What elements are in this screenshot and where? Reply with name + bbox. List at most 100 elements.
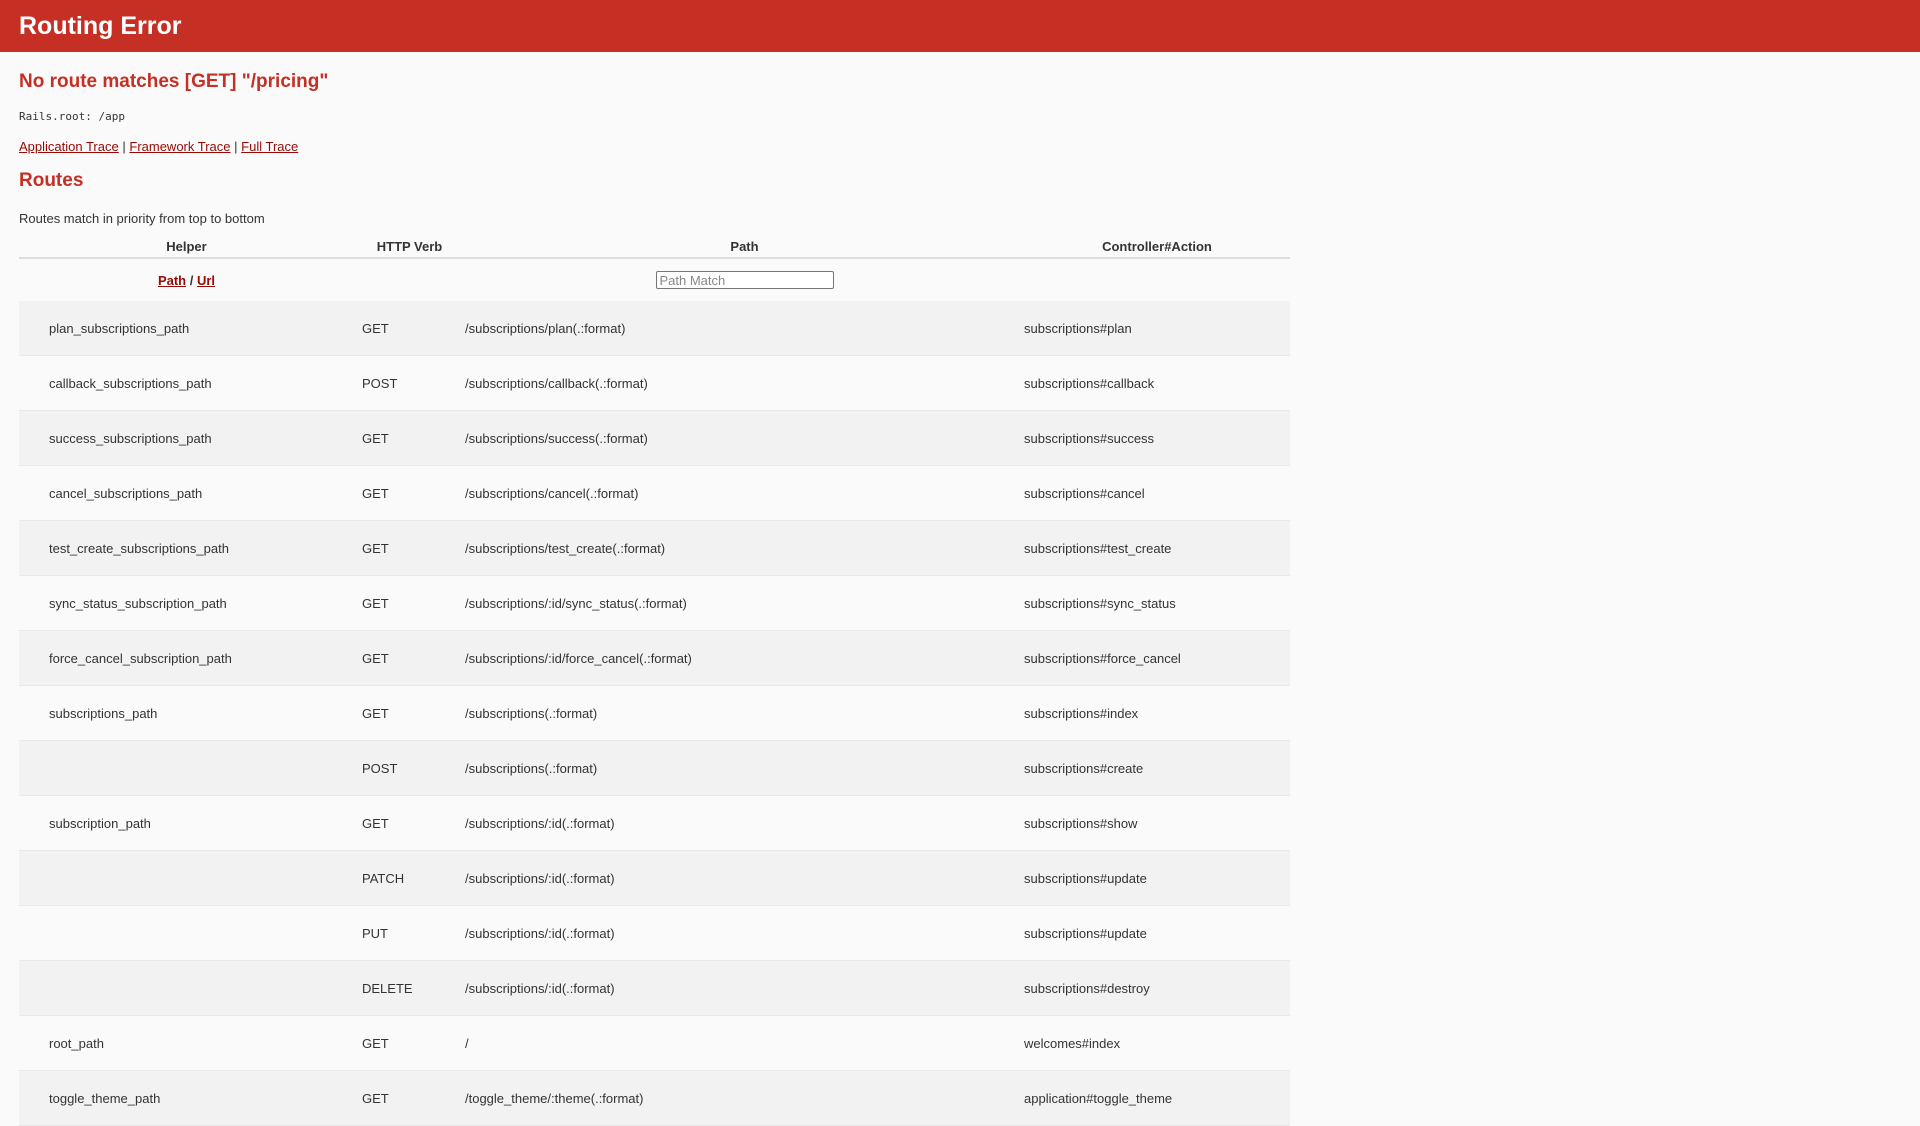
trace-links: Application Trace | Framework Trace | Fu… — [19, 139, 1901, 154]
helper-cell: force_cancel_subscription_path — [19, 630, 354, 686]
table-row: PATCH/subscriptions/:id(.:format) subscri… — [19, 850, 1290, 906]
application-trace-link[interactable]: Application Trace — [19, 139, 119, 154]
column-header-action: Controller#Action — [1024, 238, 1290, 259]
path-filter-cell — [465, 258, 1024, 301]
routes-table-head: Helper HTTP Verb Path Controller#Action — [19, 238, 1290, 259]
path-cell: /subscriptions(.:format) — [465, 740, 1024, 796]
action-cell: subscriptions#callback — [1024, 355, 1290, 411]
helper-cell — [19, 850, 354, 906]
verb-cell: GET — [354, 301, 465, 356]
verb-cell: GET — [354, 410, 465, 466]
path-cell: /subscriptions/cancel(.:format) — [465, 465, 1024, 521]
path-cell: /subscriptions/success(.:format) — [465, 410, 1024, 466]
helper-filter-cell: Path / Url — [19, 258, 354, 301]
action-cell: subscriptions#force_cancel — [1024, 630, 1290, 686]
path-helper-link[interactable]: Path — [158, 273, 186, 288]
path-cell: / — [465, 1015, 1024, 1071]
verb-cell: GET — [354, 1015, 465, 1071]
path-cell: /toggle_theme/:theme(.:format) — [465, 1070, 1024, 1126]
action-cell: subscriptions#sync_status — [1024, 575, 1290, 631]
helper-cell — [19, 960, 354, 1016]
framework-trace-link[interactable]: Framework Trace — [129, 139, 230, 154]
verb-cell: PUT — [354, 905, 465, 961]
trace-separator: | — [122, 139, 126, 154]
path-match-input[interactable] — [655, 271, 834, 289]
table-row: sync_status_subscription_path GET/subscri… — [19, 575, 1290, 631]
path-cell: /subscriptions(.:format) — [465, 685, 1024, 741]
helper-cell: root_path — [19, 1015, 354, 1071]
table-row: root_path GET / welcomes#index — [19, 1015, 1290, 1071]
action-cell: subscriptions#destroy — [1024, 960, 1290, 1016]
helper-cell: callback_subscriptions_path — [19, 355, 354, 411]
action-cell: subscriptions#update — [1024, 850, 1290, 906]
table-row: plan_subscriptions_path GET/subscriptions… — [19, 301, 1290, 356]
helper-cell: cancel_subscriptions_path — [19, 465, 354, 521]
verb-cell: GET — [354, 630, 465, 686]
main-content: No route matches [GET] "/pricing" Rails.… — [0, 52, 1920, 1126]
table-row: callback_subscriptions_path POST/subscrip… — [19, 355, 1290, 411]
action-cell: subscriptions#success — [1024, 410, 1290, 466]
verb-cell: GET — [354, 520, 465, 576]
verb-cell: GET — [354, 685, 465, 741]
column-header-verb: HTTP Verb — [354, 238, 465, 259]
verb-cell: GET — [354, 575, 465, 631]
verb-cell: GET — [354, 465, 465, 521]
action-cell: subscriptions#test_create — [1024, 520, 1290, 576]
table-row: success_subscriptions_path GET/subscripti… — [19, 410, 1290, 466]
verb-cell: POST — [354, 355, 465, 411]
helper-cell: success_subscriptions_path — [19, 410, 354, 466]
verb-cell: GET — [354, 795, 465, 851]
url-helper-link[interactable]: Url — [197, 273, 215, 288]
action-cell: subscriptions#index — [1024, 685, 1290, 741]
action-cell: subscriptions#show — [1024, 795, 1290, 851]
action-cell: subscriptions#update — [1024, 905, 1290, 961]
routes-note: Routes match in priority from top to bot… — [19, 211, 265, 226]
table-row: subscription_path GET/subscriptions/:id(.… — [19, 795, 1290, 851]
table-row: PUT/subscriptions/:id(.:format) subscript… — [19, 905, 1290, 961]
action-cell: welcomes#index — [1024, 1015, 1290, 1071]
path-cell: /subscriptions/:id(.:format) — [465, 960, 1024, 1016]
path-cell: /subscriptions/:id(.:format) — [465, 795, 1024, 851]
path-cell: /subscriptions/test_create(.:format) — [465, 520, 1024, 576]
table-row: DELETE/subscriptions/:id(.:format) subscr… — [19, 960, 1290, 1016]
error-message: No route matches [GET] "/pricing" — [19, 71, 329, 92]
path-cell: /subscriptions/plan(.:format) — [465, 301, 1024, 356]
action-cell: subscriptions#plan — [1024, 301, 1290, 356]
routes-heading: Routes — [19, 170, 84, 191]
verb-cell: GET — [354, 1070, 465, 1126]
helper-cell: subscriptions_path — [19, 685, 354, 741]
routes-table-body: Path / Url plan_subscriptions_pathGET/su… — [19, 258, 1290, 1126]
full-trace-link[interactable]: Full Trace — [241, 139, 298, 154]
filter-row: Path / Url — [19, 258, 1290, 301]
helper-cell: subscription_path — [19, 795, 354, 851]
action-cell: subscriptions#create — [1024, 740, 1290, 796]
verb-filter-cell — [354, 258, 465, 301]
path-cell: /subscriptions/:id/force_cancel(.:format… — [465, 630, 1024, 686]
action-cell: subscriptions#cancel — [1024, 465, 1290, 521]
table-row: force_cancel_subscription_path GET/subscr… — [19, 630, 1290, 686]
helper-cell: test_create_subscriptions_path — [19, 520, 354, 576]
verb-cell: PATCH — [354, 850, 465, 906]
path-cell: /subscriptions/:id(.:format) — [465, 850, 1024, 906]
rails-root: Rails.root: /app — [19, 110, 125, 123]
page-title: Routing Error — [19, 11, 182, 40]
trace-separator: | — [234, 139, 238, 154]
helper-cell — [19, 905, 354, 961]
column-header-path: Path — [465, 238, 1024, 259]
action-cell: application#toggle_theme — [1024, 1070, 1290, 1126]
routes-table: Helper HTTP Verb Path Controller#Action … — [19, 238, 1290, 1126]
helper-cell: sync_status_subscription_path — [19, 575, 354, 631]
action-filter-cell — [1024, 258, 1290, 301]
helper-cell: plan_subscriptions_path — [19, 301, 354, 356]
error-header: Routing Error — [0, 0, 1920, 52]
verb-cell: DELETE — [354, 960, 465, 1016]
table-row: test_create_subscriptions_path GET/subscr… — [19, 520, 1290, 576]
path-cell: /subscriptions/:id(.:format) — [465, 905, 1024, 961]
verb-cell: POST — [354, 740, 465, 796]
table-row: subscriptions_path GET/subscriptions(.:fo… — [19, 685, 1290, 741]
column-header-helper: Helper — [19, 238, 354, 259]
helper-cell — [19, 740, 354, 796]
helper-link-separator: / — [189, 272, 194, 288]
table-row: toggle_theme_path GET/toggle_theme/:theme… — [19, 1070, 1290, 1126]
helper-cell: toggle_theme_path — [19, 1070, 354, 1126]
